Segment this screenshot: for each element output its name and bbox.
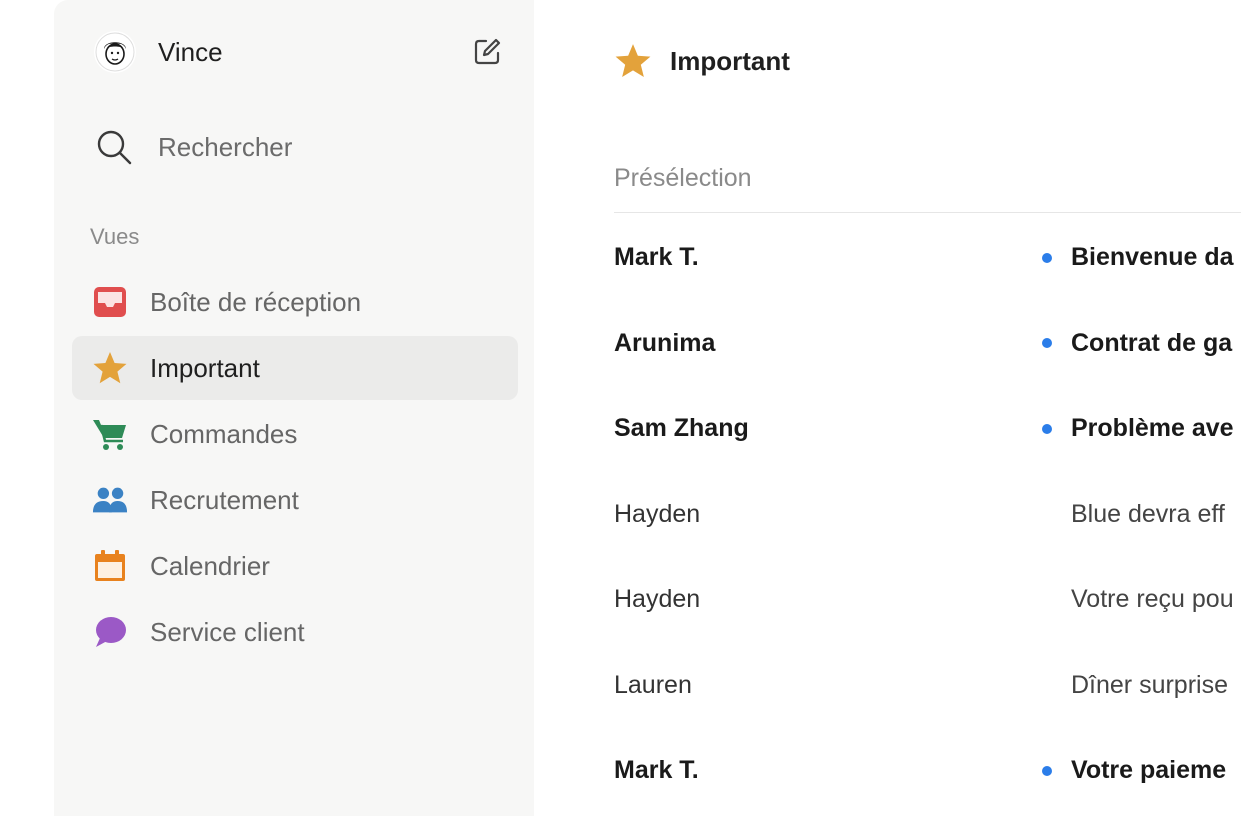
sidebar-item-label: Boîte de réception [150,286,362,317]
unread-dot [1042,338,1052,349]
sidebar-item-label: Service client [150,616,305,647]
list-item[interactable]: Hayden Blue devra eff [614,472,1241,558]
cart-icon [92,416,128,452]
list-item[interactable]: Arunima Contrat de ga [614,301,1241,387]
views-nav: Boîte de réception Important Commandes R… [72,270,518,666]
page-title: Important [670,45,790,76]
message-sender: Hayden [614,499,701,528]
message-sender: Arunima [614,328,716,357]
message-subject: Blue devra eff [1071,499,1225,528]
message-subject: Bienvenue da [1071,243,1234,272]
unread-dot [1042,765,1052,776]
section-title: Présélection [614,164,752,192]
user-name: Vince [158,36,223,67]
search-button[interactable]: Rechercher [94,126,292,168]
sidebar-item-customer-service[interactable]: Service client [72,600,518,664]
sidebar-item-calendar[interactable]: Calendrier [72,534,518,598]
compose-icon [474,38,501,65]
list-item[interactable]: Mark T. Votre paieme [614,728,1241,814]
sidebar-item-label: Important [150,352,260,383]
people-icon [92,482,128,518]
compose-button[interactable] [470,35,504,69]
chat-bubble-icon [92,614,128,650]
message-subject: Votre reçu pou [1071,585,1234,614]
sidebar: Vince Rechercher Vues Boîte de réception [54,0,534,816]
star-icon [92,350,128,386]
message-subject: Dîner surprise [1071,670,1228,699]
message-sender: Lauren [614,670,692,699]
message-sender: Mark T. [614,243,699,272]
user-row[interactable]: Vince [94,31,504,73]
message-list: Mark T. Bienvenue da Arunima Contrat de … [614,215,1241,814]
divider [614,212,1241,213]
sidebar-item-important[interactable]: Important [72,336,518,400]
search-label: Rechercher [158,131,293,162]
star-icon [615,44,651,78]
sidebar-item-label: Calendrier [150,550,270,581]
list-item[interactable]: Hayden Votre reçu pou [614,557,1241,643]
message-sender: Sam Zhang [614,414,749,443]
avatar[interactable] [94,31,136,73]
list-item[interactable]: Sam Zhang Problème ave [614,386,1241,472]
message-subject: Problème ave [1071,414,1234,443]
search-icon [97,130,132,165]
unread-dot [1042,423,1052,434]
sidebar-item-recruitment[interactable]: Recrutement [72,468,518,532]
inbox-icon [92,284,128,320]
message-subject: Contrat de ga [1071,328,1233,357]
message-sender: Hayden [614,585,701,614]
sidebar-item-label: Recrutement [150,484,299,515]
sidebar-item-orders[interactable]: Commandes [72,402,518,466]
message-sender: Mark T. [614,756,699,785]
sidebar-item-inbox[interactable]: Boîte de réception [72,270,518,334]
main-panel: Important Présélection Mark T. Bienvenue… [534,0,1241,816]
list-item[interactable]: Mark T. Bienvenue da [614,215,1241,301]
page-header: Important [614,40,790,82]
message-subject: Votre paieme [1071,756,1227,785]
unread-dot [1042,252,1052,263]
sidebar-item-label: Commandes [150,418,298,449]
list-item[interactable]: Lauren Dîner surprise [614,643,1241,729]
calendar-icon [92,548,128,584]
views-section-label: Vues [90,224,140,249]
